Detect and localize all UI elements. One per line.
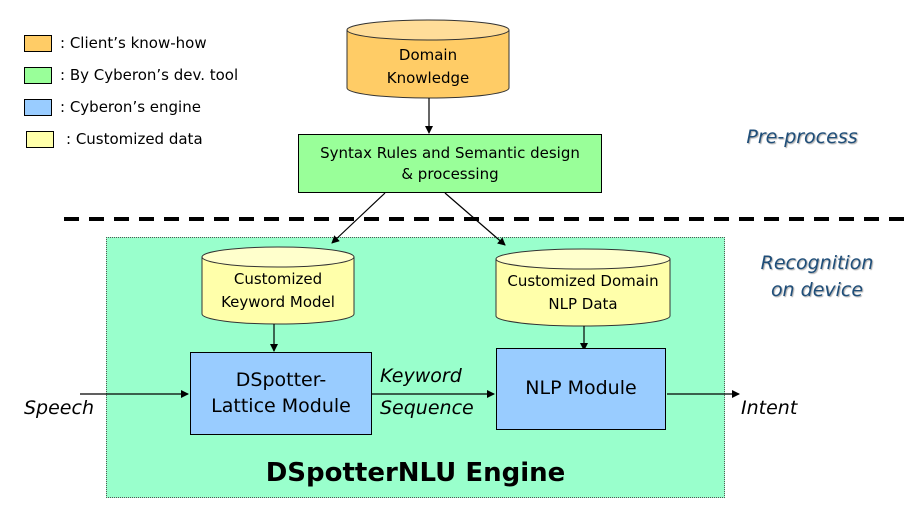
node-text: Domain — [398, 46, 458, 64]
node-text: Customized Domain — [507, 272, 659, 290]
label-intent: Intent — [741, 397, 798, 419]
node-text: & processing — [401, 164, 499, 183]
engine-title: DSpotterNLU Engine — [265, 458, 566, 488]
node-dspotter-lattice-module: DSpotter- Lattice Module — [190, 352, 372, 435]
node-text: Customized — [233, 270, 323, 288]
label-sequence: Sequence — [380, 397, 474, 419]
label-speech: Speech — [24, 397, 94, 419]
label-keyword: Keyword — [380, 365, 462, 387]
section-label-line: Recognition — [760, 252, 874, 274]
node-text: NLP Module — [525, 377, 637, 400]
node-text: Syntax Rules and Semantic design — [320, 144, 580, 163]
node-nlp-data: Customized Domain NLP Data — [496, 270, 670, 315]
node-syntax-rules: Syntax Rules and Semantic design & proce… — [298, 134, 602, 193]
section-label-recognition: Recognition on device — [737, 250, 897, 303]
node-text: Keyword Model — [221, 292, 335, 311]
section-label-line: on device — [770, 278, 864, 301]
node-domain-knowledge: Domain Knowledge — [347, 44, 509, 89]
node-keyword-model: Customized Keyword Model — [202, 268, 354, 313]
node-text: DSpotter- — [235, 368, 327, 391]
node-text: Knowledge — [386, 68, 470, 87]
node-nlp-module: NLP Module — [496, 348, 666, 430]
node-text: NLP Data — [548, 294, 618, 313]
section-label-preprocess: Pre-process — [746, 126, 858, 148]
node-text: Lattice Module — [211, 394, 351, 417]
